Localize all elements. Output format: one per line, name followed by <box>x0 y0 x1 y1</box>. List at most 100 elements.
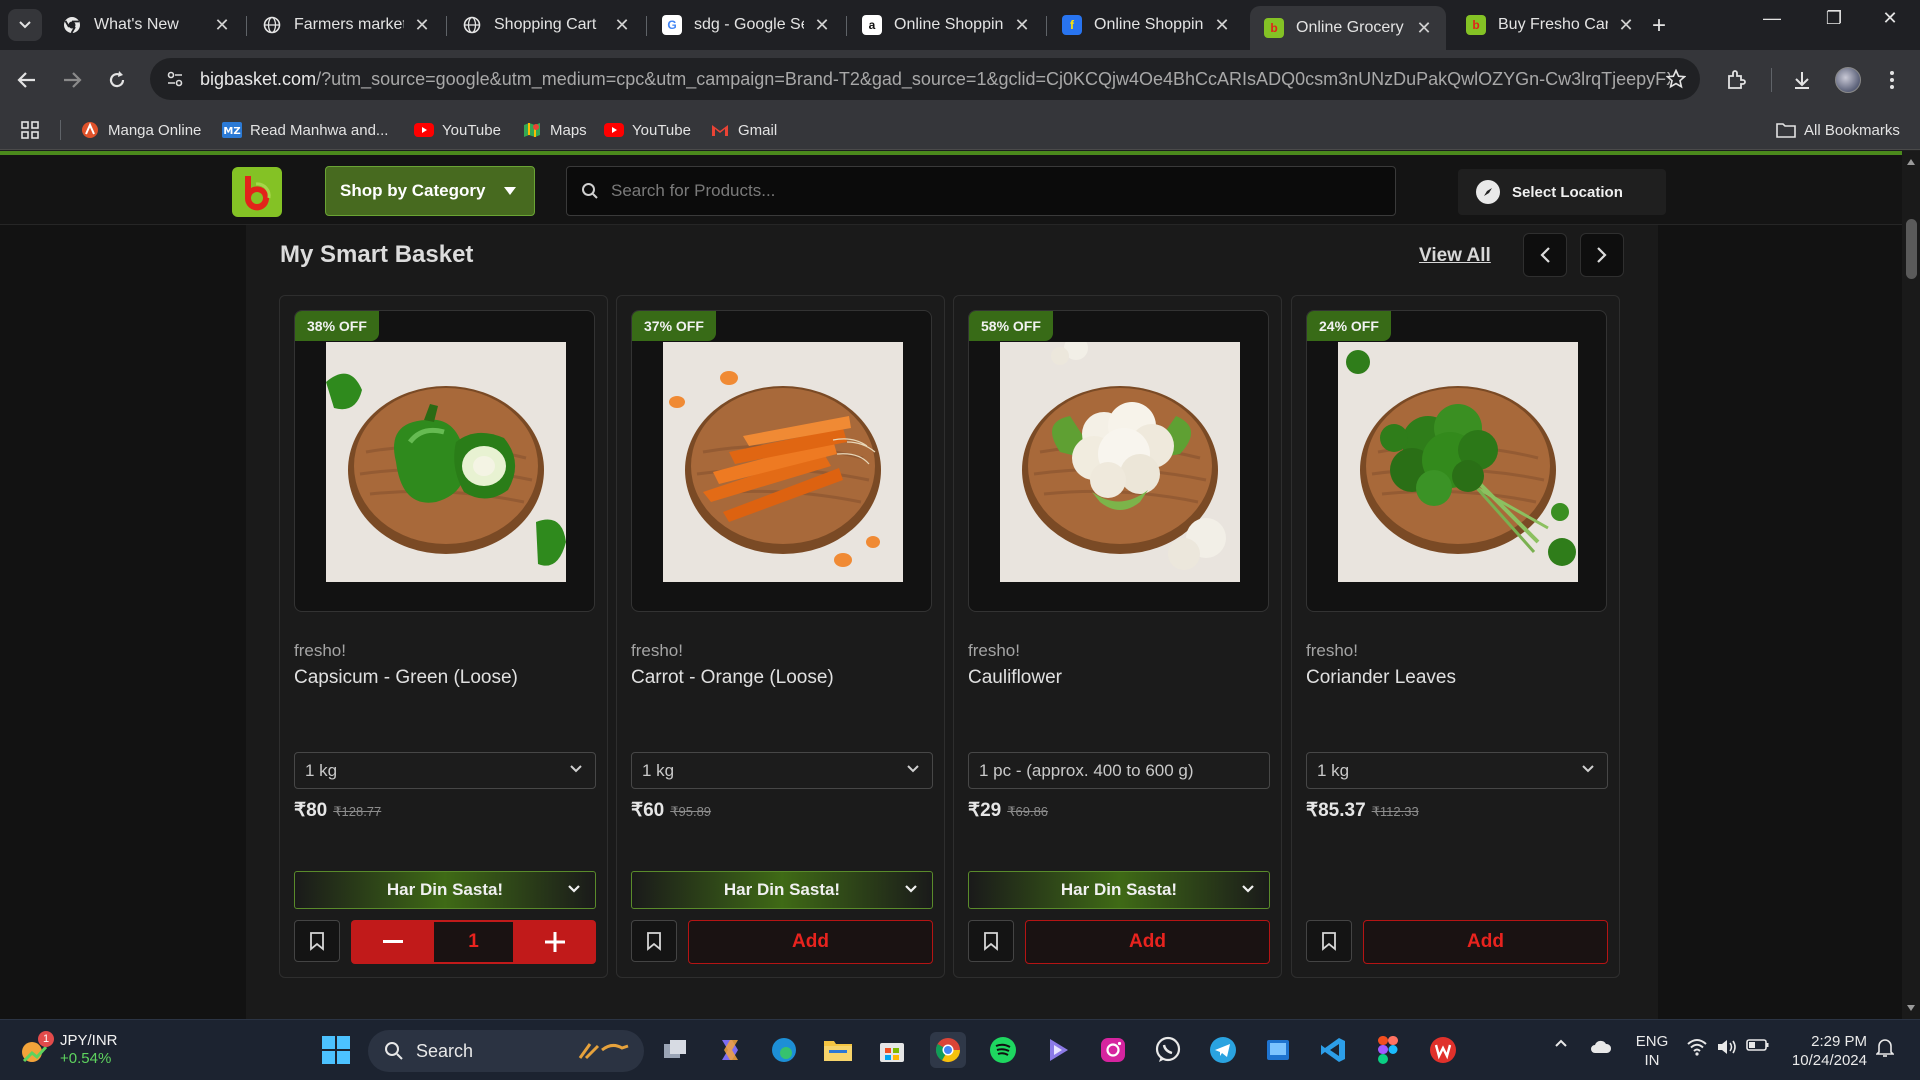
scroll-up-arrow[interactable] <box>1907 159 1915 165</box>
save-for-later-button[interactable] <box>1306 920 1352 962</box>
vscode-icon[interactable] <box>1315 1032 1351 1068</box>
brand-name[interactable]: fresho! <box>1306 641 1358 661</box>
url-text[interactable]: bigbasket.com/?utm_source=google&utm_med… <box>200 69 1670 90</box>
product-name[interactable]: Carrot - Orange (Loose) <box>631 667 834 689</box>
product-image[interactable] <box>326 342 566 582</box>
task-view-icon[interactable] <box>658 1032 694 1068</box>
volume-icon[interactable] <box>1716 1038 1738 1056</box>
browser-tab[interactable]: Farmers market ✕ <box>248 6 444 44</box>
reload-button[interactable] <box>101 64 133 96</box>
forward-button[interactable] <box>56 64 88 96</box>
edge-icon[interactable] <box>766 1032 802 1068</box>
onedrive-icon[interactable] <box>1590 1040 1612 1054</box>
battery-icon[interactable] <box>1746 1038 1770 1052</box>
pack-size-select[interactable]: 1 kg <box>631 752 933 789</box>
offer-dropdown[interactable]: Har Din Sasta! <box>968 871 1270 909</box>
wifi-icon[interactable] <box>1686 1038 1708 1056</box>
copilot-icon[interactable] <box>712 1032 748 1068</box>
wps-office-icon[interactable] <box>1425 1032 1461 1068</box>
carousel-prev-button[interactable] <box>1523 233 1567 277</box>
brand-name[interactable]: fresho! <box>631 641 683 661</box>
add-to-cart-button[interactable]: Add <box>1363 920 1608 964</box>
notification-bell-icon[interactable] <box>1876 1038 1894 1058</box>
product-image-frame[interactable]: 24% OFF <box>1306 310 1607 612</box>
brand-name[interactable]: fresho! <box>968 641 1020 661</box>
offer-dropdown[interactable]: Har Din Sasta! <box>294 871 596 909</box>
restore-button[interactable]: ❐ <box>1806 8 1862 29</box>
add-to-cart-button[interactable]: Add <box>1025 920 1270 964</box>
close-tab-icon[interactable]: ✕ <box>612 15 632 36</box>
save-for-later-button[interactable] <box>294 920 340 962</box>
download-icon[interactable] <box>1786 64 1818 96</box>
scrollbar-thumb[interactable] <box>1906 219 1917 279</box>
pack-size-select[interactable]: 1 kg <box>1306 752 1608 789</box>
browser-menu-icon[interactable] <box>1876 64 1908 96</box>
all-bookmarks-button[interactable]: All Bookmarks <box>1776 118 1900 142</box>
product-image[interactable] <box>1338 342 1578 582</box>
browser-tab[interactable]: b Buy Fresho Carro ✕ <box>1452 6 1648 44</box>
product-image[interactable] <box>1000 342 1240 582</box>
browser-tab[interactable]: Shopping Cart ✕ <box>448 6 644 44</box>
back-button[interactable] <box>11 64 43 96</box>
media-player-icon[interactable] <box>1040 1032 1076 1068</box>
product-name[interactable]: Coriander Leaves <box>1306 667 1456 689</box>
taskbar-search[interactable]: Search <box>368 1030 644 1072</box>
product-name[interactable]: Capsicum - Green (Loose) <box>294 667 518 689</box>
whatsapp-icon[interactable] <box>1150 1032 1186 1068</box>
spotify-icon[interactable] <box>985 1032 1021 1068</box>
instagram-icon[interactable] <box>1095 1032 1131 1068</box>
product-card[interactable]: 38% OFF fresho! Capsicum - Green (Loose) 1 … <box>279 295 608 978</box>
file-explorer-icon[interactable] <box>820 1032 856 1068</box>
bookmark-star-icon[interactable] <box>1666 69 1686 89</box>
close-tab-icon[interactable]: ✕ <box>1616 15 1636 36</box>
address-bar[interactable]: bigbasket.com/?utm_source=google&utm_med… <box>150 58 1700 100</box>
close-tab-icon[interactable]: ✕ <box>1212 15 1232 36</box>
close-tab-icon[interactable]: ✕ <box>1414 18 1434 39</box>
tablet-app-icon[interactable] <box>1260 1032 1296 1068</box>
carousel-next-button[interactable] <box>1580 233 1624 277</box>
bookmark-item[interactable]: YouTube <box>414 118 501 142</box>
product-card[interactable]: 37% OFF fresho! Carrot - Orange (Loose) 1 k… <box>616 295 945 978</box>
tab-search-button[interactable] <box>8 9 42 41</box>
save-for-later-button[interactable] <box>968 920 1014 962</box>
page-scrollbar[interactable] <box>1902 151 1920 1019</box>
close-window-button[interactable]: ✕ <box>1862 8 1918 29</box>
new-tab-button[interactable]: + <box>1652 12 1666 40</box>
language-indicator[interactable]: ENG IN <box>1634 1032 1670 1070</box>
save-for-later-button[interactable] <box>631 920 677 962</box>
apps-grid-icon[interactable] <box>20 118 40 142</box>
bookmark-item[interactable]: Maps <box>522 118 587 142</box>
system-clock[interactable]: 2:29 PM 10/24/2024 <box>1783 1032 1867 1070</box>
product-image[interactable] <box>663 342 903 582</box>
product-search-box[interactable] <box>566 166 1396 216</box>
product-name[interactable]: Cauliflower <box>968 667 1062 689</box>
browser-tab[interactable]: What's New ✕ <box>48 6 244 44</box>
close-tab-icon[interactable]: ✕ <box>412 15 432 36</box>
bigbasket-logo[interactable] <box>232 167 282 217</box>
browser-tab[interactable]: f Online Shopping ✕ <box>1048 6 1244 44</box>
bookmark-item[interactable]: MZ Read Manhwa and... <box>222 118 388 142</box>
chrome-icon[interactable] <box>930 1032 966 1068</box>
profile-avatar[interactable] <box>1832 64 1864 96</box>
close-tab-icon[interactable]: ✕ <box>212 15 232 36</box>
product-image-frame[interactable]: 37% OFF <box>631 310 932 612</box>
figma-icon[interactable] <box>1370 1032 1406 1068</box>
bookmark-item[interactable]: Gmail <box>710 118 777 142</box>
browser-tab[interactable]: b Online Grocery S ✕ <box>1250 6 1446 50</box>
decrease-quantity-button[interactable] <box>351 920 434 964</box>
scroll-down-arrow[interactable] <box>1907 1005 1915 1011</box>
add-to-cart-button[interactable]: Add <box>688 920 933 964</box>
bookmark-item[interactable]: Manga Online <box>80 118 201 142</box>
microsoft-store-icon[interactable] <box>874 1032 910 1068</box>
select-location-button[interactable]: Select Location <box>1458 169 1666 215</box>
offer-dropdown[interactable]: Har Din Sasta! <box>631 871 933 909</box>
bookmark-item[interactable]: YouTube <box>604 118 691 142</box>
brand-name[interactable]: fresho! <box>294 641 346 661</box>
close-tab-icon[interactable]: ✕ <box>812 15 832 36</box>
telegram-icon[interactable] <box>1205 1032 1241 1068</box>
show-hidden-icons-chevron[interactable] <box>1554 1038 1568 1048</box>
shop-by-category-button[interactable]: Shop by Category <box>325 166 535 216</box>
browser-tab[interactable]: a Online Shopping ✕ <box>848 6 1044 44</box>
quantity-stepper[interactable]: 1 <box>351 920 596 964</box>
increase-quantity-button[interactable] <box>513 920 596 964</box>
